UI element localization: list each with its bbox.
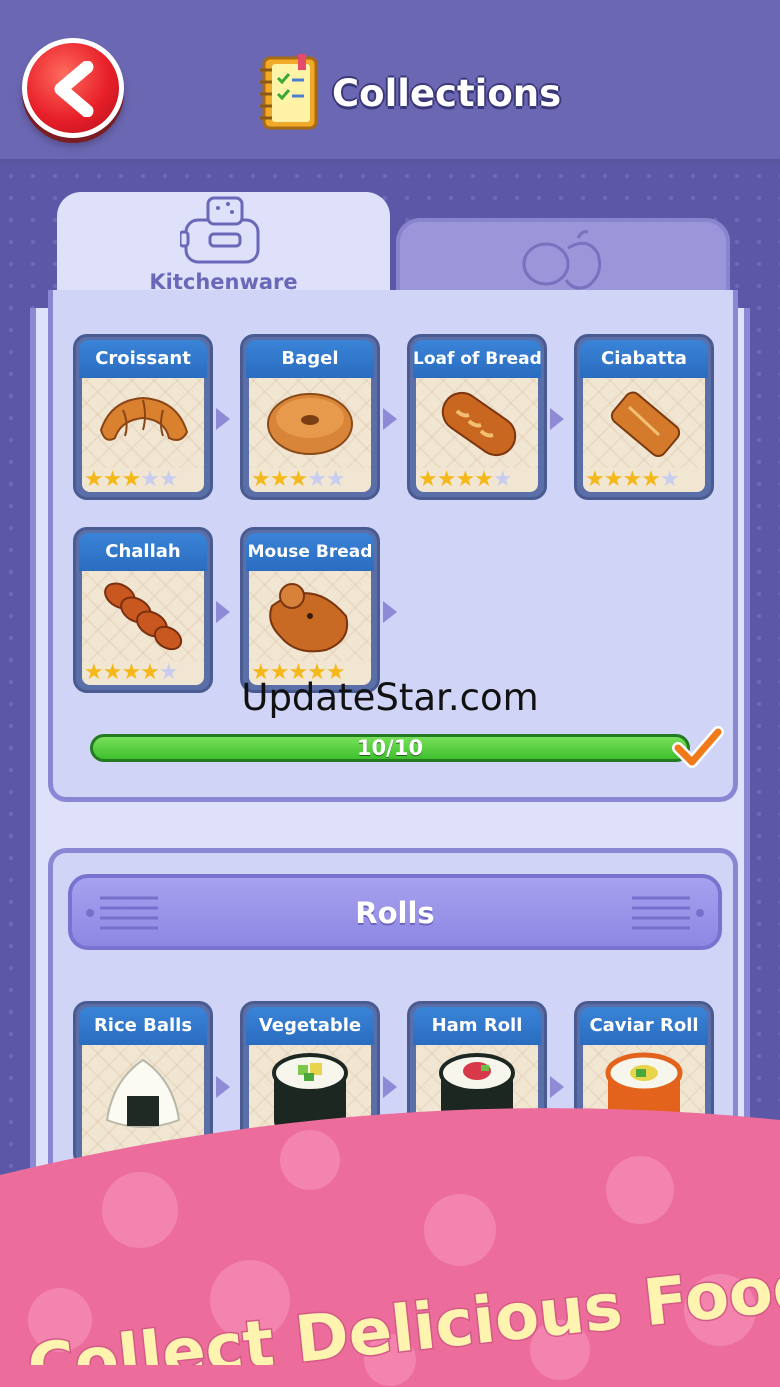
collection-item-challah[interactable]: Challah ★★★★★ xyxy=(73,527,213,693)
chain-arrow-icon xyxy=(550,408,564,430)
progress-label: 10/10 xyxy=(356,736,424,760)
toaster-icon xyxy=(180,196,260,264)
decor-lines-icon xyxy=(632,896,704,930)
item-title: Mouse Bread xyxy=(246,533,374,571)
star-rating: ★★★★★ xyxy=(583,468,705,492)
watermark-text: UpdateStar.com xyxy=(241,676,539,719)
promo-headline: Collect Delicious Food xyxy=(23,1255,780,1365)
notebook-icon xyxy=(260,54,318,130)
back-arrow-icon xyxy=(54,61,94,117)
checkmark-icon xyxy=(672,726,724,768)
item-title: Ham Roll xyxy=(413,1007,541,1045)
section-header-rolls: Rolls xyxy=(68,874,722,950)
challah-icon xyxy=(104,582,183,651)
ciabatta-icon xyxy=(610,391,681,458)
item-title: Ciabatta xyxy=(580,340,708,378)
back-button[interactable] xyxy=(22,38,124,138)
item-title: Croissant xyxy=(79,340,207,378)
loaf-icon xyxy=(441,391,517,457)
vegetables-icon xyxy=(522,230,602,290)
collection-item-bagel[interactable]: Bagel ★★★★★ xyxy=(240,334,380,500)
chain-arrow-icon xyxy=(216,408,230,430)
item-title: Challah xyxy=(79,533,207,571)
collection-progress-bar: 10/10 xyxy=(90,734,690,762)
section-title: Rolls xyxy=(355,896,435,930)
chain-arrow-icon xyxy=(550,1076,564,1098)
croissant-icon xyxy=(99,396,189,441)
collection-item-mouse-bread[interactable]: Mouse Bread ★★★★★ xyxy=(240,527,380,693)
chain-arrow-icon xyxy=(383,1076,397,1098)
chain-arrow-icon xyxy=(216,1076,230,1098)
item-title: Rice Balls xyxy=(79,1007,207,1045)
star-rating: ★★★★★ xyxy=(416,468,538,492)
item-title: Bagel xyxy=(246,340,374,378)
collection-item-croissant[interactable]: Croissant ★★★★★ xyxy=(73,334,213,500)
collection-item-ciabatta[interactable]: Ciabatta ★★★★★ xyxy=(574,334,714,500)
star-rating: ★★★★★ xyxy=(249,468,371,492)
item-title: Loaf of Bread xyxy=(413,340,541,378)
page-title: Collections xyxy=(332,72,562,115)
promo-text: Collect Delicious Food xyxy=(24,1255,780,1365)
chain-arrow-icon xyxy=(383,601,397,623)
star-rating: ★★★★★ xyxy=(82,468,204,492)
top-bar: Collections xyxy=(0,0,780,165)
collection-item-loaf-of-bread[interactable]: Loaf of Bread ★★★★★ xyxy=(407,334,547,500)
chain-arrow-icon xyxy=(383,408,397,430)
mouse-bread-icon xyxy=(269,583,348,653)
item-title: Vegetable xyxy=(246,1007,374,1045)
bagel-icon xyxy=(267,393,353,455)
item-title: Caviar Roll xyxy=(580,1007,708,1045)
chain-arrow-icon xyxy=(216,601,230,623)
